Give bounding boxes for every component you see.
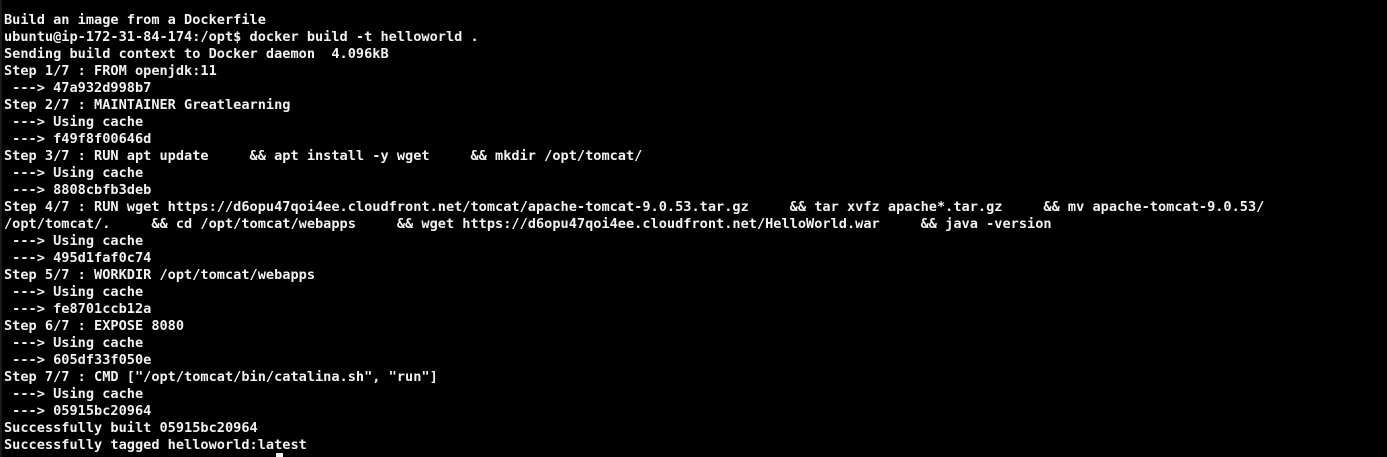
- terminal-line-step: Step 7/7 : CMD ["/opt/tomcat/bin/catalin…: [4, 369, 438, 385]
- terminal-line: ---> 05915bc20964: [4, 403, 152, 419]
- terminal-line: ---> 47a932d998b7: [4, 80, 152, 96]
- terminal-line: ---> f49f8f00646d: [4, 131, 152, 147]
- terminal-line-step: Step 4/7 : RUN wget https://d6opu47qoi4e…: [4, 199, 1265, 215]
- terminal-line: ---> Using cache: [4, 284, 144, 300]
- terminal-line: ---> Using cache: [4, 386, 144, 402]
- terminal-line-step: Step 2/7 : MAINTAINER Greatlearning: [4, 97, 291, 113]
- terminal-line: ---> 605df33f050e: [4, 352, 152, 368]
- terminal-line-step: Step 5/7 : WORKDIR /opt/tomcat/webapps: [4, 267, 315, 283]
- terminal-line-wrapped: /opt/tomcat/. && cd /opt/tomcat/webapps …: [4, 216, 1052, 232]
- terminal-line: ---> 495d1faf0c74: [4, 250, 152, 266]
- terminal-line: ---> Using cache: [4, 165, 144, 181]
- text-cursor: [276, 453, 283, 457]
- terminal-line-step: Step 1/7 : FROM openjdk:11: [4, 63, 217, 79]
- terminal-window[interactable]: Build an image from a Dockerfile ubuntu@…: [0, 0, 1387, 457]
- terminal-line-step: Step 3/7 : RUN apt update && apt install…: [4, 148, 643, 164]
- terminal-line: Sending build context to Docker daemon 4…: [4, 46, 389, 62]
- terminal-line: ---> fe8701ccb12a: [4, 301, 152, 317]
- window-edge: [0, 0, 2, 457]
- terminal-line: Build an image from a Dockerfile: [4, 12, 266, 28]
- terminal-line-command: ubuntu@ip-172-31-84-174:/opt$ docker bui…: [4, 29, 479, 45]
- terminal-line: ---> Using cache: [4, 335, 144, 351]
- terminal-line-success: Successfully tagged helloworld:latest: [4, 437, 307, 453]
- terminal-line: ---> Using cache: [4, 233, 144, 249]
- terminal-line: ---> Using cache: [4, 114, 144, 130]
- terminal-line-success: Successfully built 05915bc20964: [4, 420, 258, 436]
- terminal-line-step: Step 6/7 : EXPOSE 8080: [4, 318, 185, 334]
- terminal-line: ---> 8808cbfb3deb: [4, 182, 152, 198]
